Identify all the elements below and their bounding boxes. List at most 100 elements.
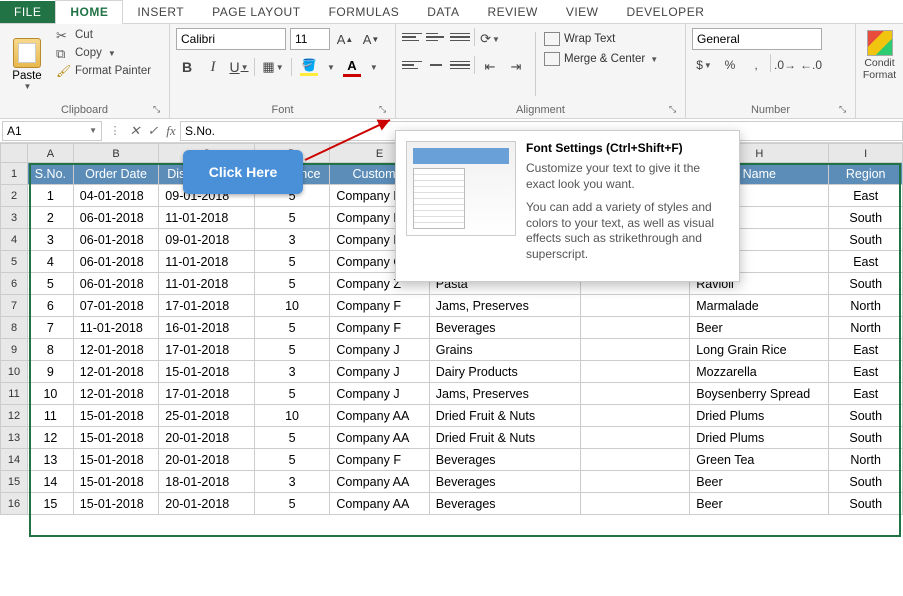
cell[interactable] <box>581 383 690 405</box>
cell[interactable]: 09-01-2018 <box>159 229 254 251</box>
cell[interactable]: 5 <box>28 273 74 295</box>
cell[interactable]: East <box>829 383 903 405</box>
cell[interactable]: Company F <box>330 295 429 317</box>
align-center-button[interactable] <box>426 56 446 74</box>
cell[interactable]: Long Grain Rice <box>690 339 829 361</box>
cell[interactable]: Beer <box>690 471 829 493</box>
align-right-button[interactable] <box>450 56 470 74</box>
cell[interactable] <box>581 317 690 339</box>
cell[interactable]: Dried Fruit & Nuts <box>430 405 581 427</box>
cell[interactable]: 17-01-2018 <box>159 339 254 361</box>
cell[interactable]: 15-01-2018 <box>74 471 160 493</box>
row-header-4[interactable]: 4 <box>0 229 28 251</box>
cell[interactable]: 25-01-2018 <box>159 405 254 427</box>
bold-button[interactable]: B <box>176 56 198 78</box>
cell[interactable]: 18-01-2018 <box>159 471 254 493</box>
cell[interactable]: 16-01-2018 <box>159 317 254 339</box>
cell[interactable]: Company AA <box>330 493 429 515</box>
cell[interactable]: Dried Plums <box>690 427 829 449</box>
cell[interactable]: 5 <box>255 449 331 471</box>
decrease-font-button[interactable]: A▼ <box>360 28 382 50</box>
percent-button[interactable]: % <box>718 54 742 76</box>
copy-button[interactable]: Copy▼ <box>56 46 151 60</box>
cell[interactable]: Beverages <box>430 449 581 471</box>
cell[interactable]: Company AA <box>330 427 429 449</box>
cell[interactable]: 3 <box>255 361 331 383</box>
merge-center-button[interactable]: Merge & Center▼ <box>544 52 658 66</box>
col-header-B[interactable]: B <box>74 143 160 163</box>
number-dialog-launcher[interactable]: ⤡ <box>839 104 851 116</box>
cell[interactable]: 07-01-2018 <box>74 295 160 317</box>
cell[interactable]: 5 <box>255 339 331 361</box>
cell[interactable]: Company F <box>330 317 429 339</box>
wrap-text-button[interactable]: Wrap Text <box>544 32 658 46</box>
cell[interactable] <box>581 361 690 383</box>
cell[interactable] <box>581 405 690 427</box>
cell[interactable]: 3 <box>28 229 74 251</box>
select-all-corner[interactable] <box>0 143 28 163</box>
cell[interactable]: 10 <box>28 383 74 405</box>
cell[interactable]: North <box>829 295 903 317</box>
row-header-12[interactable]: 12 <box>0 405 28 427</box>
cell[interactable]: 2 <box>28 207 74 229</box>
cell[interactable]: 06-01-2018 <box>74 229 160 251</box>
cell[interactable]: Marmalade <box>690 295 829 317</box>
cell[interactable]: 06-01-2018 <box>74 273 160 295</box>
cell[interactable]: Company J <box>330 361 429 383</box>
cell[interactable]: 8 <box>28 339 74 361</box>
cell[interactable] <box>581 449 690 471</box>
cell[interactable]: 11-01-2018 <box>159 251 254 273</box>
format-painter-button[interactable]: Format Painter <box>56 64 151 78</box>
cell[interactable]: 7 <box>28 317 74 339</box>
tab-developer[interactable]: DEVELOPER <box>613 1 719 23</box>
underline-button[interactable]: U▼ <box>228 56 250 78</box>
cell[interactable]: 20-01-2018 <box>159 449 254 471</box>
tab-data[interactable]: DATA <box>413 1 473 23</box>
cell[interactable] <box>581 493 690 515</box>
cell[interactable]: 5 <box>255 317 331 339</box>
cell[interactable]: 15-01-2018 <box>159 361 254 383</box>
row-header-13[interactable]: 13 <box>0 427 28 449</box>
cell[interactable]: Order Date <box>74 163 160 185</box>
alignment-dialog-launcher[interactable]: ⤡ <box>669 104 681 116</box>
cell[interactable]: Grains <box>430 339 581 361</box>
cell[interactable]: Company AA <box>330 471 429 493</box>
cell[interactable]: Region <box>829 163 903 185</box>
font-color-button[interactable]: A <box>339 58 365 77</box>
row-header-10[interactable]: 10 <box>0 361 28 383</box>
cell[interactable]: Boysenberry Spread <box>690 383 829 405</box>
row-header-11[interactable]: 11 <box>0 383 28 405</box>
cell[interactable]: 11-01-2018 <box>159 273 254 295</box>
cell[interactable]: 15-01-2018 <box>74 427 160 449</box>
tab-insert[interactable]: INSERT <box>123 1 198 23</box>
cell[interactable]: Jams, Preserves <box>430 383 581 405</box>
cell[interactable]: Dried Plums <box>690 405 829 427</box>
cell[interactable]: South <box>829 471 903 493</box>
align-top-button[interactable] <box>402 28 422 46</box>
conditional-formatting-button[interactable]: ConditFormat <box>856 24 903 87</box>
cell[interactable]: 11 <box>28 405 74 427</box>
tab-formulas[interactable]: FORMULAS <box>315 1 414 23</box>
row-header-3[interactable]: 3 <box>0 207 28 229</box>
row-header-5[interactable]: 5 <box>0 251 28 273</box>
cell[interactable]: Company J <box>330 339 429 361</box>
cell[interactable]: East <box>829 361 903 383</box>
cell[interactable]: 4 <box>28 251 74 273</box>
cell[interactable]: 15 <box>28 493 74 515</box>
cell[interactable]: 5 <box>255 251 331 273</box>
clipboard-dialog-launcher[interactable]: ⤡ <box>153 104 165 116</box>
row-header-2[interactable]: 2 <box>0 185 28 207</box>
row-header-6[interactable]: 6 <box>0 273 28 295</box>
paste-button[interactable]: Paste ▼ <box>6 28 48 100</box>
tab-review[interactable]: REVIEW <box>473 1 551 23</box>
align-left-button[interactable] <box>402 56 422 74</box>
cell[interactable]: 6 <box>28 295 74 317</box>
cell[interactable]: 5 <box>255 383 331 405</box>
align-middle-button[interactable] <box>426 28 446 46</box>
tab-view[interactable]: VIEW <box>552 1 613 23</box>
align-bottom-button[interactable] <box>450 28 470 46</box>
cell[interactable]: East <box>829 339 903 361</box>
font-name-select[interactable] <box>176 28 286 50</box>
cell[interactable]: 15-01-2018 <box>74 405 160 427</box>
cell[interactable] <box>581 339 690 361</box>
